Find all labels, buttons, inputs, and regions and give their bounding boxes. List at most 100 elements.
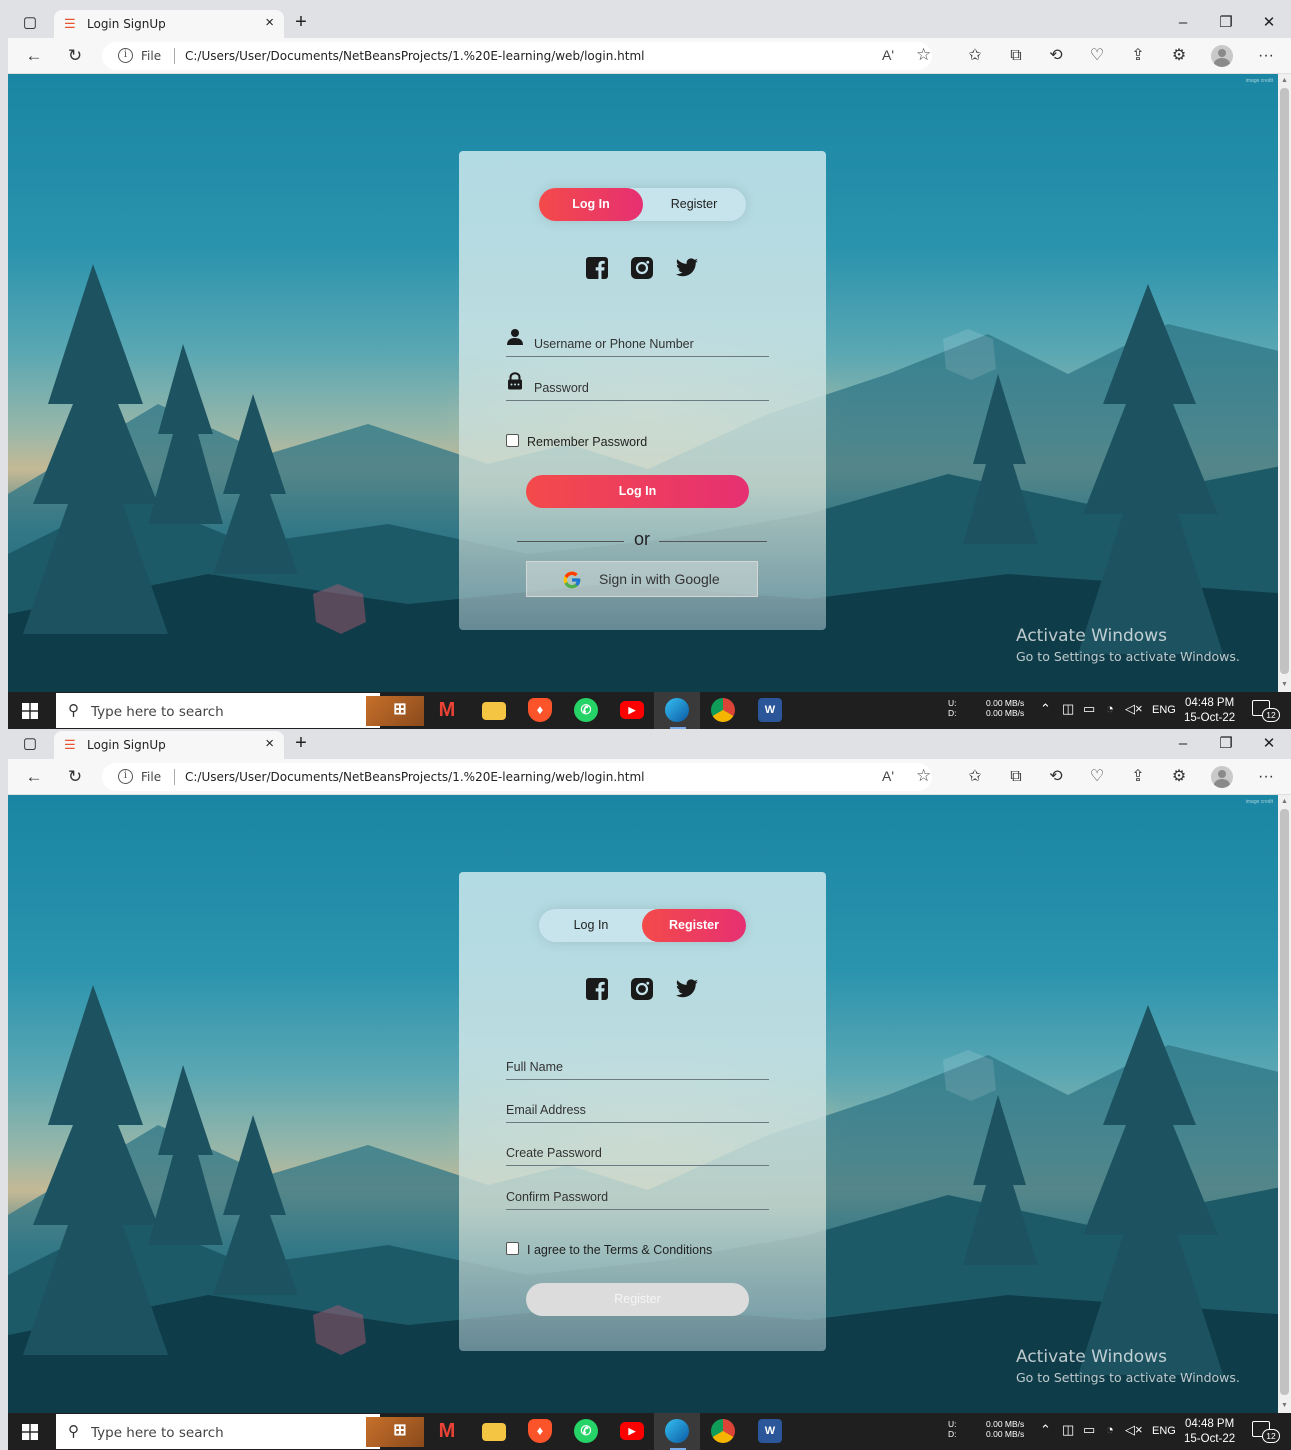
favorites-icon[interactable]: ✩ xyxy=(964,766,986,788)
remember-checkbox[interactable] xyxy=(506,434,519,447)
new-tab-button[interactable]: + xyxy=(288,731,314,755)
address-bar[interactable]: i File C:/Users/User/Documents/NetBeansP… xyxy=(102,42,932,70)
taskbar-clock[interactable]: 04:48 PM 15-Oct-22 xyxy=(1184,696,1235,726)
browser-tab[interactable]: ☰ Login SignUp × xyxy=(54,731,284,759)
windows-start-icon[interactable] xyxy=(22,703,38,719)
chevron-up-icon[interactable]: ⌃ xyxy=(1040,1422,1051,1438)
performance-icon[interactable]: ♡ xyxy=(1086,45,1108,67)
collections-icon[interactable]: ⧉ xyxy=(1005,45,1027,67)
extensions-icon[interactable]: ⚙ xyxy=(1168,766,1190,788)
create-password-field[interactable]: Create Password xyxy=(506,1132,769,1166)
restore-button[interactable]: ❐ xyxy=(1206,733,1246,755)
gmail-icon[interactable]: M xyxy=(435,698,459,722)
vertical-scrollbar[interactable]: ▲ ▼ xyxy=(1278,74,1291,692)
performance-icon[interactable]: ♡ xyxy=(1086,766,1108,788)
info-icon[interactable]: i xyxy=(118,48,133,63)
reload-button[interactable]: ↻ xyxy=(63,766,87,788)
back-button[interactable]: ← xyxy=(22,45,46,67)
info-icon[interactable]: i xyxy=(118,769,133,784)
youtube-icon[interactable]: ▶ xyxy=(620,701,644,719)
language-indicator[interactable]: ENG xyxy=(1152,1425,1176,1437)
browser-tab[interactable]: ☰ Login SignUp × xyxy=(54,10,284,38)
brave-icon[interactable]: ♦ xyxy=(528,698,552,722)
twitter-icon[interactable] xyxy=(675,256,699,280)
scroll-thumb[interactable] xyxy=(1280,809,1289,1395)
url-text[interactable]: C:/Users/User/Documents/NetBeansProjects… xyxy=(185,770,644,784)
login-submit-button[interactable]: Log In xyxy=(526,475,749,508)
add-favorite-icon[interactable]: ☆ xyxy=(916,45,931,65)
add-favorite-icon[interactable]: ☆ xyxy=(916,766,931,786)
email-field[interactable]: Email Address xyxy=(506,1089,769,1123)
gmail-icon[interactable]: M xyxy=(435,1419,459,1443)
battery-icon[interactable]: ▭ xyxy=(1083,1422,1095,1438)
history-icon[interactable]: ⟲ xyxy=(1045,766,1067,788)
brave-icon[interactable]: ♦ xyxy=(528,1419,552,1443)
tab-close-icon[interactable]: × xyxy=(265,735,274,752)
password-field[interactable]: Password xyxy=(506,367,769,401)
share-icon[interactable]: ⇪ xyxy=(1127,766,1149,788)
meet-now-icon[interactable]: ◫ xyxy=(1062,701,1074,717)
edge-icon[interactable] xyxy=(665,698,689,722)
youtube-icon[interactable]: ▶ xyxy=(620,1422,644,1440)
tab-register[interactable]: Register xyxy=(642,909,746,942)
word-icon[interactable]: W xyxy=(758,1419,782,1443)
task-view-icon[interactable]: ⊞ xyxy=(388,1419,412,1443)
meet-now-icon[interactable]: ◫ xyxy=(1062,1422,1074,1438)
close-window-button[interactable]: ✕ xyxy=(1249,12,1289,34)
minimize-button[interactable]: – xyxy=(1163,733,1203,755)
instagram-icon[interactable] xyxy=(630,977,654,1001)
profile-avatar[interactable] xyxy=(1211,45,1233,67)
collections-icon[interactable]: ⧉ xyxy=(1005,766,1027,788)
history-icon[interactable]: ⟲ xyxy=(1045,45,1067,67)
read-aloud-icon[interactable]: Aʹ xyxy=(882,47,894,63)
url-text[interactable]: C:/Users/User/Documents/NetBeansProjects… xyxy=(185,49,644,63)
back-button[interactable]: ← xyxy=(22,766,46,788)
profile-avatar[interactable] xyxy=(1211,766,1233,788)
scroll-up-icon[interactable]: ▲ xyxy=(1280,797,1289,807)
taskbar-search-box[interactable]: ⚲ Type here to search xyxy=(56,1414,424,1449)
confirm-password-field[interactable]: Confirm Password xyxy=(506,1176,769,1210)
facebook-icon[interactable] xyxy=(585,977,609,1001)
instagram-icon[interactable] xyxy=(630,256,654,280)
google-signin-button[interactable]: Sign in with Google xyxy=(526,561,758,597)
edge-icon[interactable] xyxy=(665,1419,689,1443)
tab-close-icon[interactable]: × xyxy=(265,14,274,31)
tab-actions-icon[interactable]: ▢ xyxy=(20,14,40,32)
scroll-down-icon[interactable]: ▼ xyxy=(1280,680,1289,690)
task-view-icon[interactable]: ⊞ xyxy=(388,698,412,722)
vertical-scrollbar[interactable]: ▲ ▼ xyxy=(1278,795,1291,1413)
chevron-up-icon[interactable]: ⌃ xyxy=(1040,701,1051,717)
tab-register[interactable]: Register xyxy=(642,188,746,221)
twitter-icon[interactable] xyxy=(675,977,699,1001)
tab-actions-icon[interactable]: ▢ xyxy=(20,735,40,753)
scroll-thumb[interactable] xyxy=(1280,88,1289,674)
extensions-icon[interactable]: ⚙ xyxy=(1168,45,1190,67)
chrome-icon[interactable] xyxy=(711,1419,735,1443)
battery-icon[interactable]: ▭ xyxy=(1083,701,1095,717)
chrome-icon[interactable] xyxy=(711,698,735,722)
tab-login[interactable]: Log In xyxy=(539,188,643,221)
taskbar-clock[interactable]: 04:48 PM 15-Oct-22 xyxy=(1184,1417,1235,1447)
whatsapp-icon[interactable]: ✆ xyxy=(574,698,598,722)
register-submit-button[interactable]: Register xyxy=(526,1283,749,1316)
reload-button[interactable]: ↻ xyxy=(63,45,87,67)
more-menu-icon[interactable]: ··· xyxy=(1255,766,1277,788)
volume-muted-icon[interactable]: ◁× xyxy=(1125,1422,1143,1438)
wifi-icon[interactable]: ◔ xyxy=(1106,1422,1114,1437)
facebook-icon[interactable] xyxy=(585,256,609,280)
favorites-icon[interactable]: ✩ xyxy=(964,45,986,67)
minimize-button[interactable]: – xyxy=(1163,12,1203,34)
restore-button[interactable]: ❐ xyxy=(1206,12,1246,34)
new-tab-button[interactable]: + xyxy=(288,10,314,34)
share-icon[interactable]: ⇪ xyxy=(1127,45,1149,67)
full-name-field[interactable]: Full Name xyxy=(506,1046,769,1080)
volume-muted-icon[interactable]: ◁× xyxy=(1125,701,1143,717)
close-window-button[interactable]: ✕ xyxy=(1249,733,1289,755)
read-aloud-icon[interactable]: Aʹ xyxy=(882,768,894,784)
terms-checkbox[interactable] xyxy=(506,1242,519,1255)
language-indicator[interactable]: ENG xyxy=(1152,704,1176,716)
scroll-up-icon[interactable]: ▲ xyxy=(1280,76,1289,86)
username-field[interactable]: Username or Phone Number xyxy=(506,323,769,357)
file-explorer-icon[interactable] xyxy=(482,1423,506,1441)
taskbar-search-box[interactable]: ⚲ Type here to search xyxy=(56,693,424,728)
